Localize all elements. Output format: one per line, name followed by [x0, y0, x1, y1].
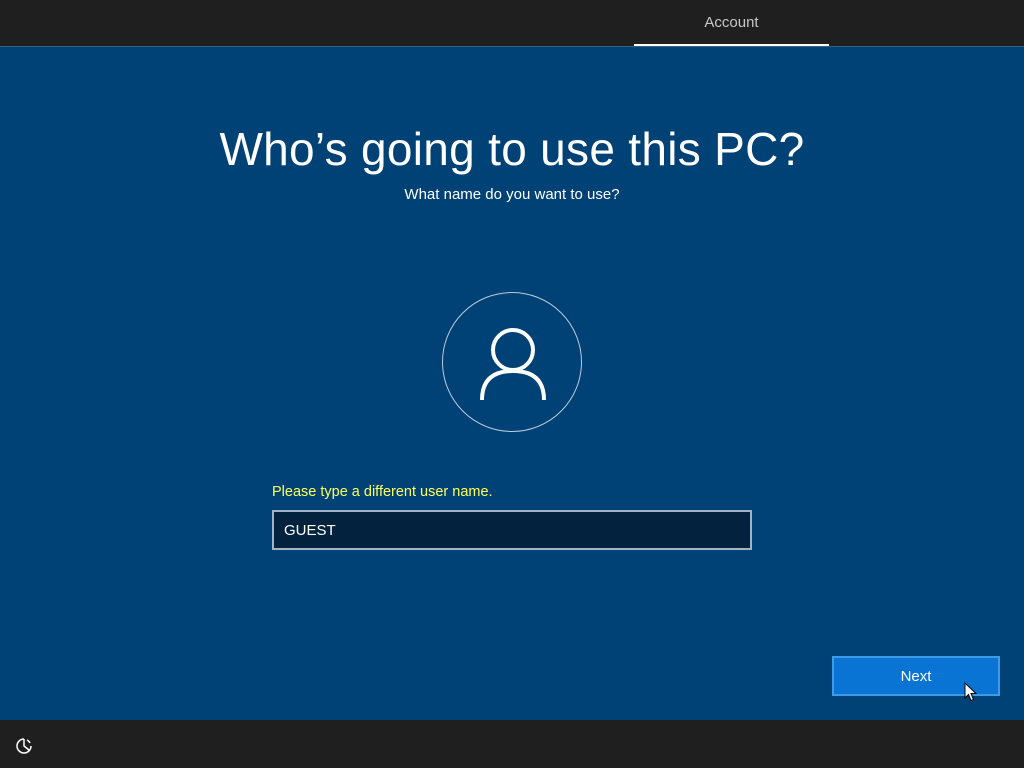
avatar [442, 292, 582, 432]
step-tab-label: Account [704, 13, 759, 31]
ease-of-access-icon[interactable] [14, 736, 34, 756]
user-icon [480, 328, 546, 401]
page-title: Who’s going to use this PC? [219, 123, 805, 175]
setup-screen: Account Who’s going to use this PC? What… [0, 0, 1024, 768]
username-input[interactable] [272, 510, 752, 550]
mouse-cursor-icon [964, 682, 978, 702]
bottom-bar [0, 720, 1024, 768]
page-subtitle: What name do you want to use? [404, 186, 620, 203]
error-message: Please type a different user name. [272, 484, 493, 500]
step-tab-account: Account [634, 0, 829, 46]
top-bar: Account [0, 0, 1024, 47]
